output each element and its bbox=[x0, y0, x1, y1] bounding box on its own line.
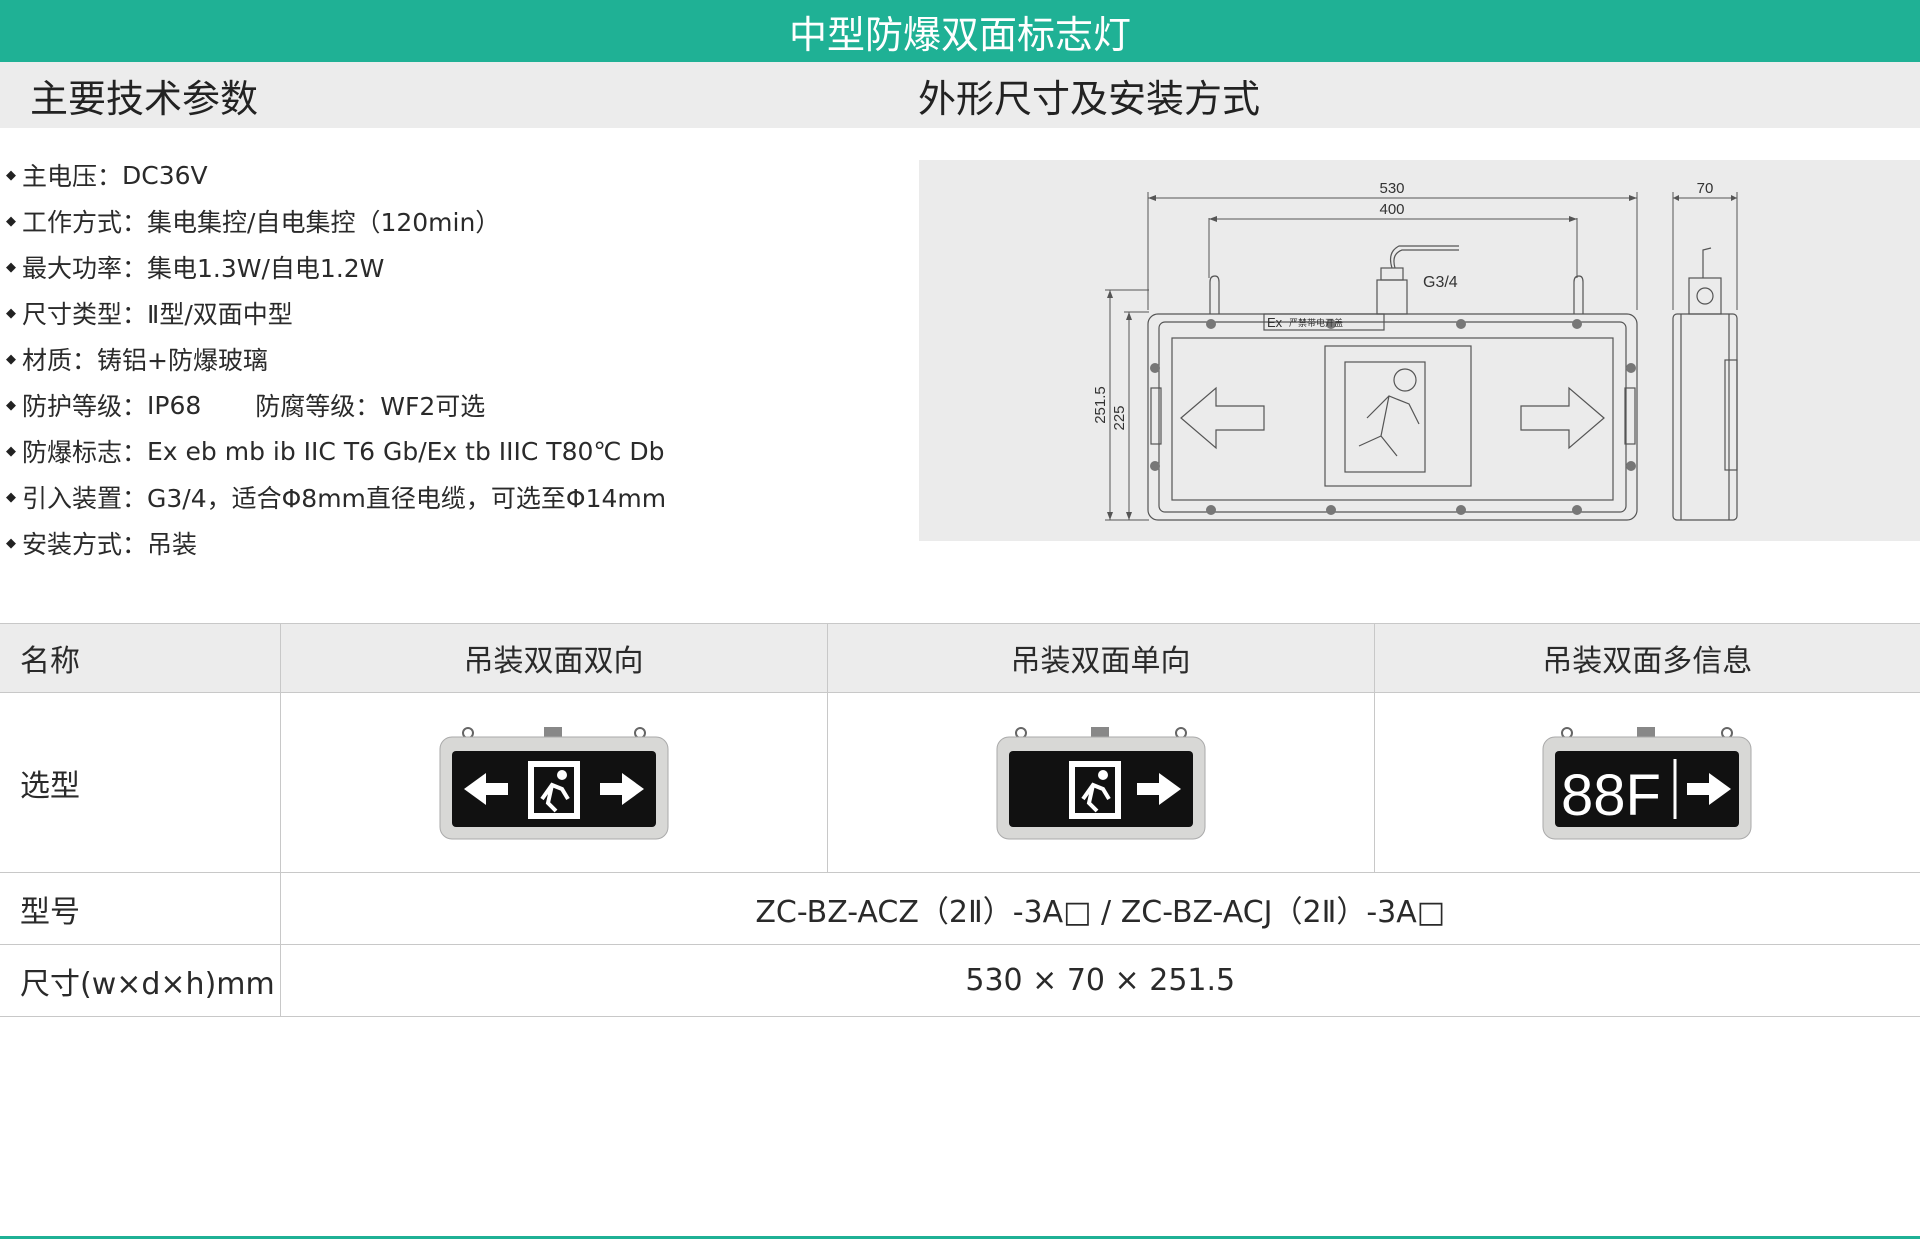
spec-item: ◆ 工作方式： 集电集控/自电集控（120min） bbox=[0, 198, 900, 244]
bullet-icon: ◆ bbox=[6, 443, 16, 459]
bullet-icon: ◆ bbox=[6, 213, 16, 229]
table-row-model: 型号 ZC-BZ-ACZ（2Ⅱ）-3A□ / ZC-BZ-ACJ（2Ⅱ）-3A□ bbox=[0, 872, 1920, 945]
table-header-row: 名称 吊装双面双向 吊装双面单向 吊装双面多信息 bbox=[0, 623, 1920, 693]
section-header-bar: 主要技术参数 外形尺寸及安装方式 bbox=[0, 62, 1920, 128]
dim-width-total: 530 bbox=[1379, 180, 1404, 197]
table-row-selection: 选型 88F bbox=[0, 692, 1920, 873]
table-row-size: 尺寸(w×d×h)mm 530 × 70 × 251.5 bbox=[0, 944, 1920, 1017]
spec-value: Ⅱ型/双面中型 bbox=[147, 300, 293, 329]
spec-value: IP68 bbox=[147, 390, 202, 420]
spec-item: ◆ 主电压： DC36V bbox=[0, 152, 900, 198]
model-number: ZC-BZ-ACZ（2Ⅱ）-3A□ / ZC-BZ-ACJ（2Ⅱ）-3A□ bbox=[279, 872, 1920, 945]
header-col-1: 吊装双面双向 bbox=[279, 623, 828, 693]
size-value: 530 × 70 × 251.5 bbox=[279, 944, 1920, 1017]
bullet-icon: ◆ bbox=[6, 535, 16, 551]
header-col-3: 吊装双面多信息 bbox=[1373, 623, 1920, 693]
spec-label: 最大功率： bbox=[22, 254, 148, 283]
front-view bbox=[1147, 245, 1638, 521]
spec-item: ◆ 尺寸类型： Ⅱ型/双面中型 bbox=[0, 290, 900, 336]
row-label-selection: 选型 bbox=[0, 692, 281, 873]
header-name: 名称 bbox=[0, 623, 281, 693]
spec-label: 防护等级： bbox=[22, 392, 148, 421]
dimension-drawing: 530 400 70 251.5 225 Ex 严禁带电开盖 G3/4 bbox=[919, 160, 1920, 541]
spec-label: 安装方式： bbox=[22, 530, 148, 559]
spec-item: ◆ 防护等级： IP68 防腐等级： WF2可选 bbox=[0, 382, 900, 428]
thread-label: G3/4 bbox=[1423, 274, 1458, 291]
page-title: 中型防爆双面标志灯 bbox=[788, 12, 1131, 57]
row-label-model: 型号 bbox=[0, 872, 281, 945]
side-view bbox=[1672, 247, 1738, 521]
bottom-accent-line bbox=[0, 1236, 1920, 1239]
product-image-double-direction bbox=[279, 692, 828, 873]
spec-item: ◆ 引入装置： G3/4，适合Φ8mm直径电缆，可选至Φ14mm bbox=[0, 474, 900, 520]
bullet-icon: ◆ bbox=[6, 397, 16, 413]
spec-value: 铸铝+防爆玻璃 bbox=[97, 346, 268, 375]
spec-value: Ex eb mb ib IIC T6 Gb/Ex tb IIIC T80℃ Db bbox=[147, 436, 665, 466]
product-table: 名称 吊装双面双向 吊装双面单向 吊装双面多信息 选型 88F 型号 ZC-BZ… bbox=[0, 623, 1920, 1017]
product-image-single-direction bbox=[826, 692, 1375, 873]
spec-label: 防爆标志： bbox=[22, 438, 148, 467]
spec-item: ◆ 防爆标志： Ex eb mb ib IIC T6 Gb/Ex tb IIIC T… bbox=[0, 428, 900, 474]
spec-label: 引入装置： bbox=[22, 484, 148, 513]
warning-label: 严禁带电开盖 bbox=[1289, 317, 1343, 329]
spec-value: G3/4，适合Φ8mm直径电缆，可选至Φ14mm bbox=[147, 484, 667, 513]
header-col-2: 吊装双面单向 bbox=[826, 623, 1375, 693]
specs-section-title: 主要技术参数 bbox=[30, 76, 259, 121]
spec-list: ◆ 主电压： DC36V ◆ 工作方式： 集电集控/自电集控（120min） ◆ 最大功率… bbox=[0, 152, 900, 566]
spec-value: 集电1.3W/自电1.2W bbox=[147, 254, 385, 283]
spec-item: ◆ 材质： 铸铝+防爆玻璃 bbox=[0, 336, 900, 382]
dim-width-mount: 400 bbox=[1379, 201, 1404, 218]
product-image-multi-info: 88F bbox=[1373, 692, 1920, 873]
spec-item: ◆ 最大功率： 集电1.3W/自电1.2W bbox=[0, 244, 900, 290]
drawing-section-title: 外形尺寸及安装方式 bbox=[918, 76, 1261, 121]
sign-double-arrow-image bbox=[439, 726, 668, 839]
ex-mark: Ex bbox=[1267, 315, 1283, 330]
dimension-drawing-svg: 530 400 70 251.5 225 Ex 严禁带电开盖 G3/4 bbox=[1092, 180, 1738, 521]
spec-label: 材质： bbox=[22, 346, 98, 375]
sign-floor-text: 88F bbox=[1561, 763, 1661, 828]
page-title-bar: 中型防爆双面标志灯 bbox=[0, 0, 1920, 62]
bullet-icon: ◆ bbox=[6, 489, 16, 505]
spec-label: 尺寸类型： bbox=[22, 300, 148, 329]
spec-label: 主电压： bbox=[22, 162, 123, 191]
dim-depth: 70 bbox=[1697, 180, 1714, 197]
bullet-icon: ◆ bbox=[6, 259, 16, 275]
spec-value: DC36V bbox=[122, 160, 208, 190]
dim-height-total: 251.5 bbox=[1092, 386, 1109, 424]
spec-label-secondary: 防腐等级： bbox=[255, 392, 381, 421]
sign-multi-info-image: 88F bbox=[1542, 726, 1752, 839]
spec-value-secondary: WF2可选 bbox=[380, 392, 486, 421]
dim-height-body: 225 bbox=[1111, 405, 1128, 430]
spec-value: 吊装 bbox=[147, 530, 198, 559]
sign-single-arrow-image bbox=[996, 726, 1205, 839]
bullet-icon: ◆ bbox=[6, 305, 16, 321]
spec-value: 集电集控/自电集控（120min） bbox=[147, 208, 501, 237]
spec-label: 工作方式： bbox=[22, 208, 148, 237]
spec-item: ◆ 安装方式： 吊装 bbox=[0, 520, 900, 566]
row-label-size: 尺寸(w×d×h)mm bbox=[0, 944, 281, 1017]
bullet-icon: ◆ bbox=[6, 167, 16, 183]
bullet-icon: ◆ bbox=[6, 351, 16, 367]
